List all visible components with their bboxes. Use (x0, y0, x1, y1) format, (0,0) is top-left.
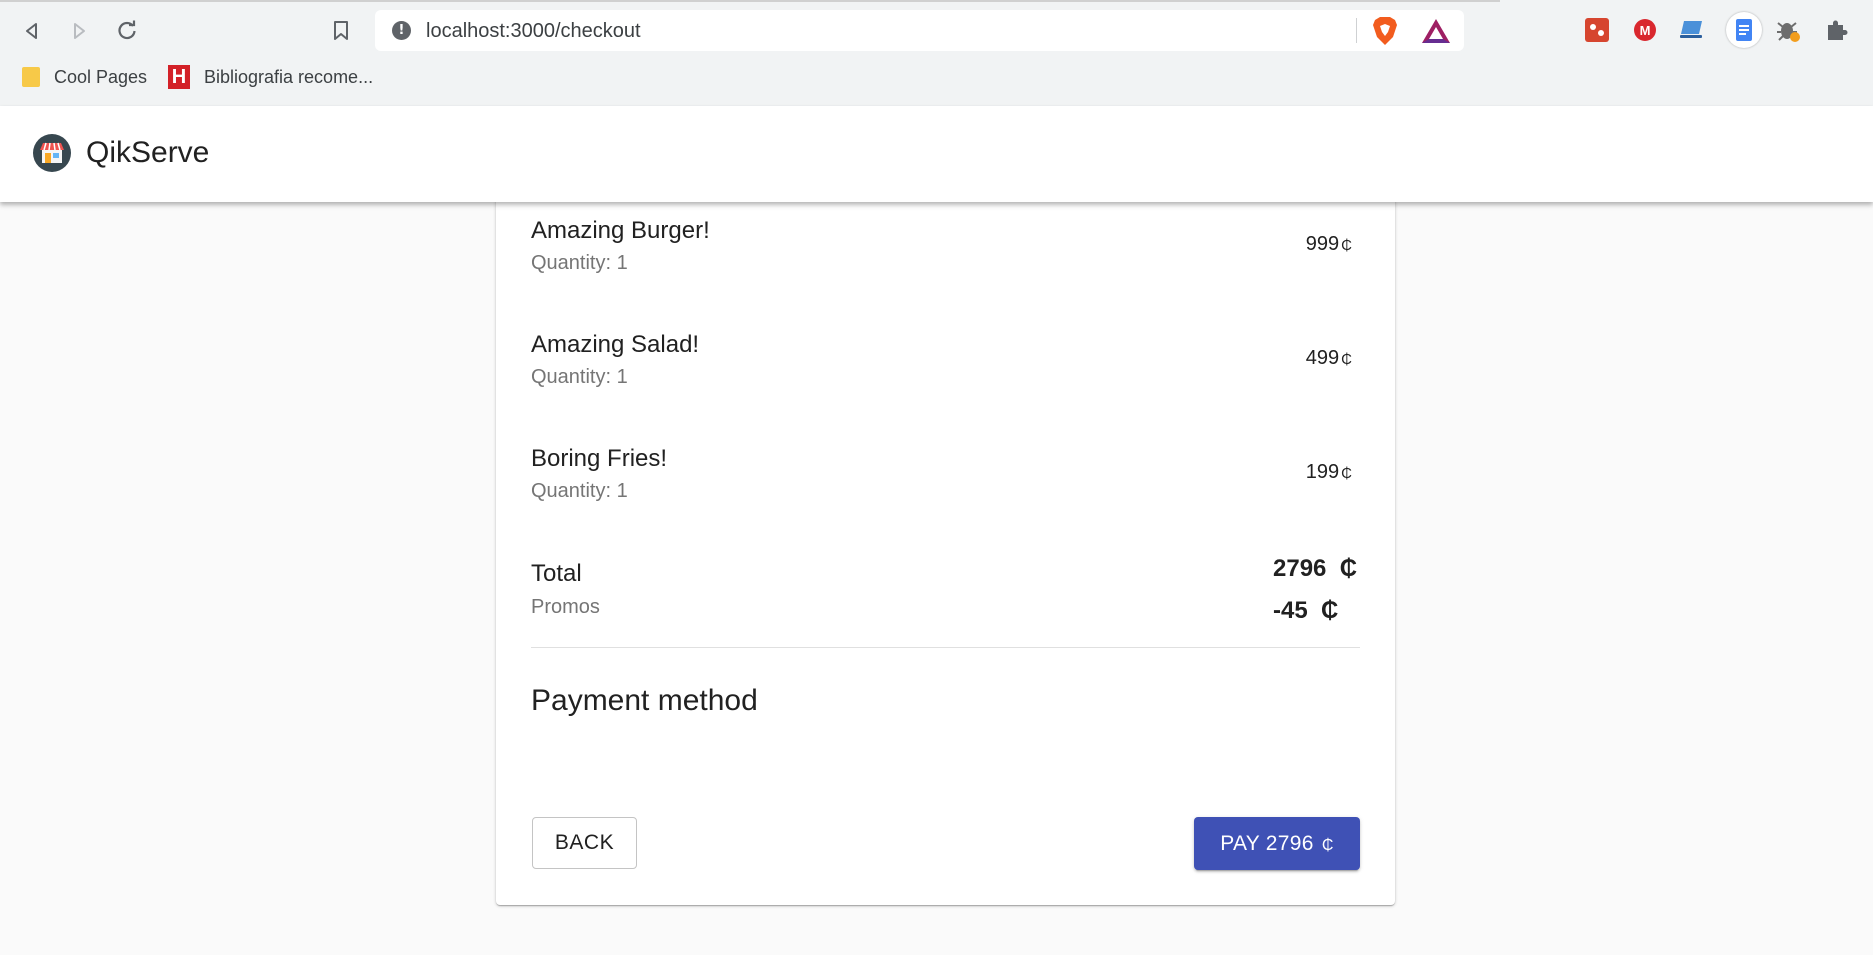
item-name: Amazing Salad! (531, 331, 700, 358)
brave-shields-icon[interactable] (1371, 16, 1399, 46)
docs-icon[interactable] (1726, 12, 1762, 48)
store-icon (33, 134, 71, 172)
item-price: 999 ₵ (1306, 233, 1352, 256)
address-bar[interactable]: ! localhost:3000/checkout (375, 10, 1464, 51)
bookmark-bibliografia[interactable]: H Bibliografia recome... (168, 62, 373, 92)
back-arrow-icon (26, 23, 37, 39)
currency-symbol: ₵ (1341, 351, 1352, 368)
forward-arrow-icon (74, 23, 85, 39)
order-item: Amazing Burger! Quantity: 1 999 ₵ (531, 217, 1359, 277)
currency-symbol: ₵ (1341, 465, 1352, 482)
omnibox-divider (1356, 18, 1357, 43)
item-quantity: Quantity: 1 (531, 366, 628, 388)
app-title: QikServe (86, 136, 210, 169)
currency-symbol: ₵ (1321, 837, 1334, 854)
payment-method-title: Payment method (531, 684, 758, 717)
item-name: Boring Fries! (531, 445, 668, 472)
order-item: Amazing Salad! Quantity: 1 499 ₵ (531, 331, 1359, 391)
pay-button[interactable]: PAY 2796 ₵ (1194, 817, 1360, 870)
promos-value: -45 ₵ (1273, 597, 1338, 625)
currency-symbol: ₵ (1321, 597, 1339, 624)
item-name: Amazing Burger! (531, 217, 710, 244)
promos-amount: -45 (1273, 597, 1308, 624)
mega-icon[interactable]: M (1631, 16, 1659, 44)
tab-strip-edge (0, 0, 1500, 2)
app-bar: QikServe (0, 106, 1873, 202)
item-price: 199 ₵ (1306, 461, 1352, 484)
pay-button-label: PAY 2796 (1220, 832, 1314, 855)
url-text[interactable]: localhost:3000/checkout (426, 20, 641, 43)
currency-symbol: ₵ (1341, 237, 1352, 254)
checkout-card: Amazing Burger! Quantity: 1 999 ₵ Amazing… (496, 150, 1395, 905)
item-price: 499 ₵ (1306, 347, 1352, 370)
bookmark-page-button[interactable] (324, 14, 358, 48)
bookmark-cool-pages[interactable]: Cool Pages (22, 62, 147, 92)
reload-icon (118, 20, 136, 40)
total-value: 2796 ₵ (1273, 555, 1357, 583)
total-label: Total (531, 560, 582, 587)
laptop-icon[interactable] (1678, 16, 1706, 44)
brave-rewards-icon[interactable] (1421, 18, 1451, 44)
price-value: 199 (1305, 461, 1340, 483)
h-icon: H (168, 65, 190, 89)
order-item: Boring Fries! Quantity: 1 199 ₵ (531, 445, 1359, 505)
price-value: 499 (1305, 347, 1340, 369)
site-info-icon[interactable]: ! (392, 21, 411, 40)
currency-symbol: ₵ (1339, 555, 1358, 582)
price-value: 999 (1305, 233, 1340, 255)
item-quantity: Quantity: 1 (531, 252, 628, 274)
back-button[interactable]: BACK (532, 817, 637, 869)
puzzle-icon[interactable] (1822, 16, 1850, 44)
bookmark-label: Bibliografia recome... (204, 66, 374, 87)
forward-nav-button[interactable] (62, 14, 96, 48)
item-quantity: Quantity: 1 (531, 480, 628, 502)
bookmark-label: Cool Pages (54, 66, 148, 87)
browser-toolbar: ! localhost:3000/checkout M Cool Pages H… (0, 0, 1873, 106)
bug-icon[interactable] (1774, 16, 1802, 44)
total-amount: 2796 (1273, 555, 1327, 582)
promos-label: Promos (531, 596, 600, 618)
back-nav-button[interactable] (15, 14, 49, 48)
bookmark-icon (334, 21, 348, 40)
reload-button[interactable] (110, 14, 144, 48)
folder-icon (22, 67, 40, 87)
divider (531, 647, 1360, 648)
svg-text:M: M (1640, 23, 1651, 38)
puzzle-game-icon[interactable] (1583, 16, 1611, 44)
